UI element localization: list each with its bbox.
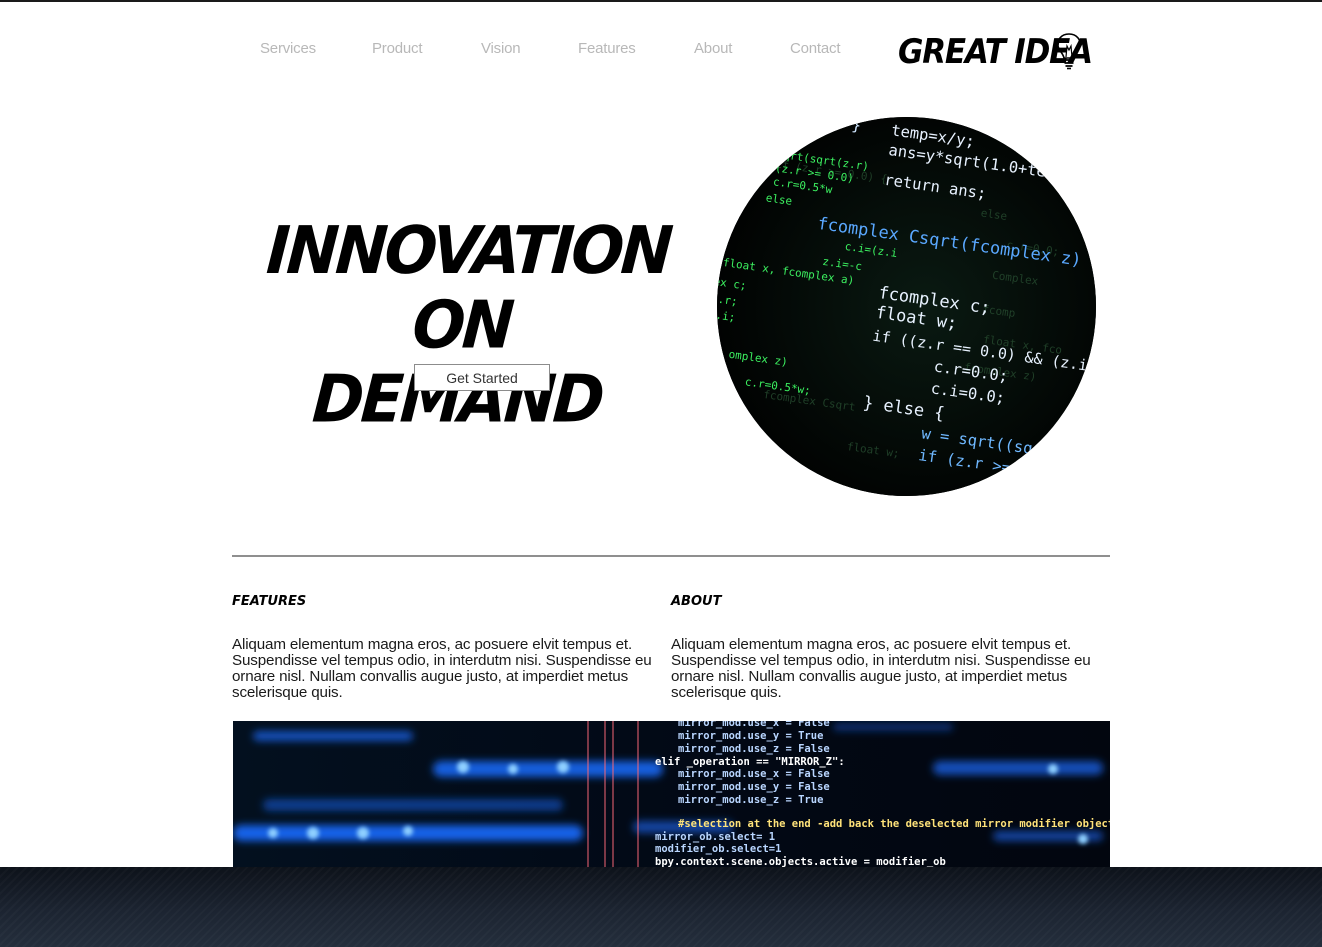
banner-code-line: modifier_ob.select=1 (655, 843, 781, 855)
hero-code-image: if (z.r >= 0.0) { else c.r=0.0; Complex … (717, 117, 1096, 496)
banner-code-line: mirror_mod.use_z = True (678, 794, 823, 806)
code-line: a.i; (717, 308, 736, 325)
nav-item-services[interactable]: Services (260, 40, 316, 57)
get-started-button[interactable]: Get Started (414, 364, 550, 391)
banner-code-line: elif _operation == "MIRROR_Z": (655, 756, 845, 768)
banner-code-line: mirror_mod.use_x = False (678, 768, 830, 780)
features-body: Aliquam elementum magna eros, ac posuere… (232, 636, 652, 701)
nav-item-about[interactable]: About (694, 40, 732, 57)
banner-code-line: #selection at the end -add back the dese… (678, 818, 1110, 830)
section-divider (232, 555, 1110, 557)
about-title: About (671, 594, 722, 609)
code-banner-image: mirror_mod.use_x = False mirror_mod.use_… (233, 721, 1110, 867)
code-line: a.r; (717, 292, 738, 309)
footer (0, 867, 1322, 947)
banner-code-line: mirror_mod.use_z = False (678, 743, 830, 755)
banner-code-line: mirror_mod.use_y = False (678, 781, 830, 793)
top-border (0, 0, 1322, 2)
lightbulb-icon (1057, 33, 1081, 70)
features-title: Features (232, 594, 307, 609)
nav-item-vision[interactable]: Vision (481, 40, 521, 57)
hero-title-line-1: Innovation on (264, 211, 673, 364)
nav-item-product[interactable]: Product (372, 40, 422, 57)
hero-title: Innovation on Demand (255, 211, 673, 438)
banner-code-line: mirror_mod.use_x = False (678, 721, 830, 729)
nav-item-features[interactable]: Features (578, 40, 636, 57)
about-body: Aliquam elementum magna eros, ac posuere… (671, 636, 1091, 701)
nav-item-contact[interactable]: Contact (790, 40, 840, 57)
banner-code-line: mirror_mod.use_y = True (678, 730, 823, 742)
banner-code-line: bpy.context.scene.objects.active = modif… (655, 856, 946, 867)
brand-logo[interactable]: GREAT IDEA (898, 32, 1093, 74)
banner-code-line: mirror_ob.select= 1 (655, 831, 775, 843)
